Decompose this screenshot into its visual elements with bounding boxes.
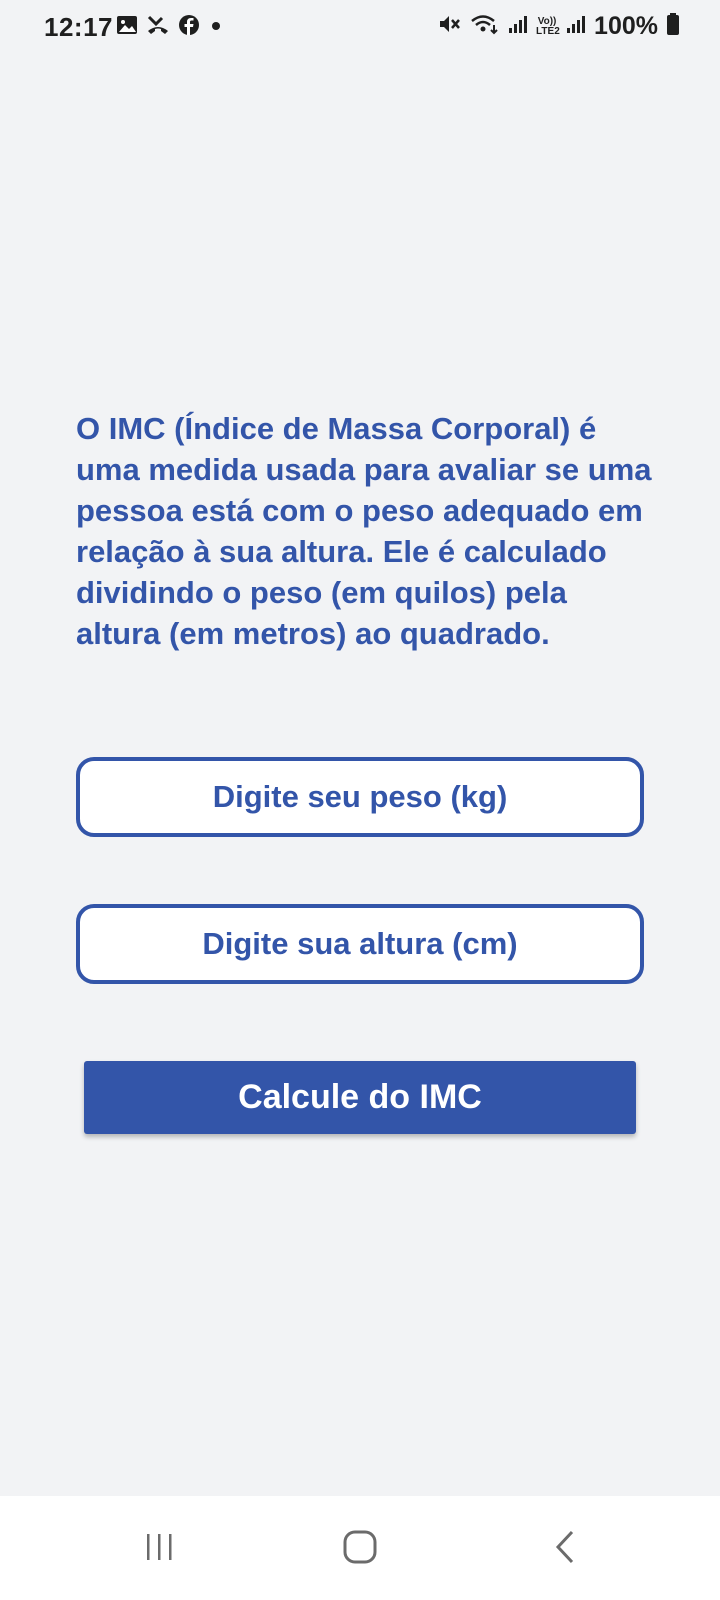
wifi-icon <box>470 13 500 40</box>
height-input[interactable] <box>80 907 640 981</box>
status-notification-icons <box>116 14 224 41</box>
weight-input[interactable] <box>80 760 640 834</box>
volte-icon: Vo)) LTE2 <box>536 16 560 37</box>
missed-call-icon <box>146 14 170 41</box>
recent-apps-button[interactable] <box>130 1524 190 1574</box>
back-button[interactable] <box>535 1524 595 1574</box>
status-bar: 12:17 Vo)) LTE2 100% <box>0 0 720 56</box>
back-icon <box>550 1529 580 1570</box>
imc-description: O IMC (Índice de Massa Corporal) é uma m… <box>76 411 652 651</box>
dot-icon <box>208 14 224 41</box>
recent-apps-icon <box>143 1531 177 1568</box>
signal-icon <box>508 13 528 40</box>
battery-icon <box>666 12 680 41</box>
battery-percent: 100% <box>594 12 658 40</box>
weight-field[interactable] <box>76 757 644 837</box>
status-system-icons: Vo)) LTE2 100% <box>438 12 680 41</box>
height-field[interactable] <box>76 904 644 984</box>
gallery-icon <box>116 14 138 41</box>
home-icon <box>342 1529 378 1570</box>
facebook-icon <box>178 14 200 41</box>
signal-icon <box>566 13 586 40</box>
status-time: 12:17 <box>44 12 113 42</box>
home-button[interactable] <box>330 1524 390 1574</box>
navigation-bar <box>0 1496 720 1600</box>
calculate-imc-button[interactable]: Calcule do IMC <box>84 1061 636 1134</box>
volte-label-bottom: LTE2 <box>536 25 560 37</box>
mute-icon <box>438 13 462 40</box>
